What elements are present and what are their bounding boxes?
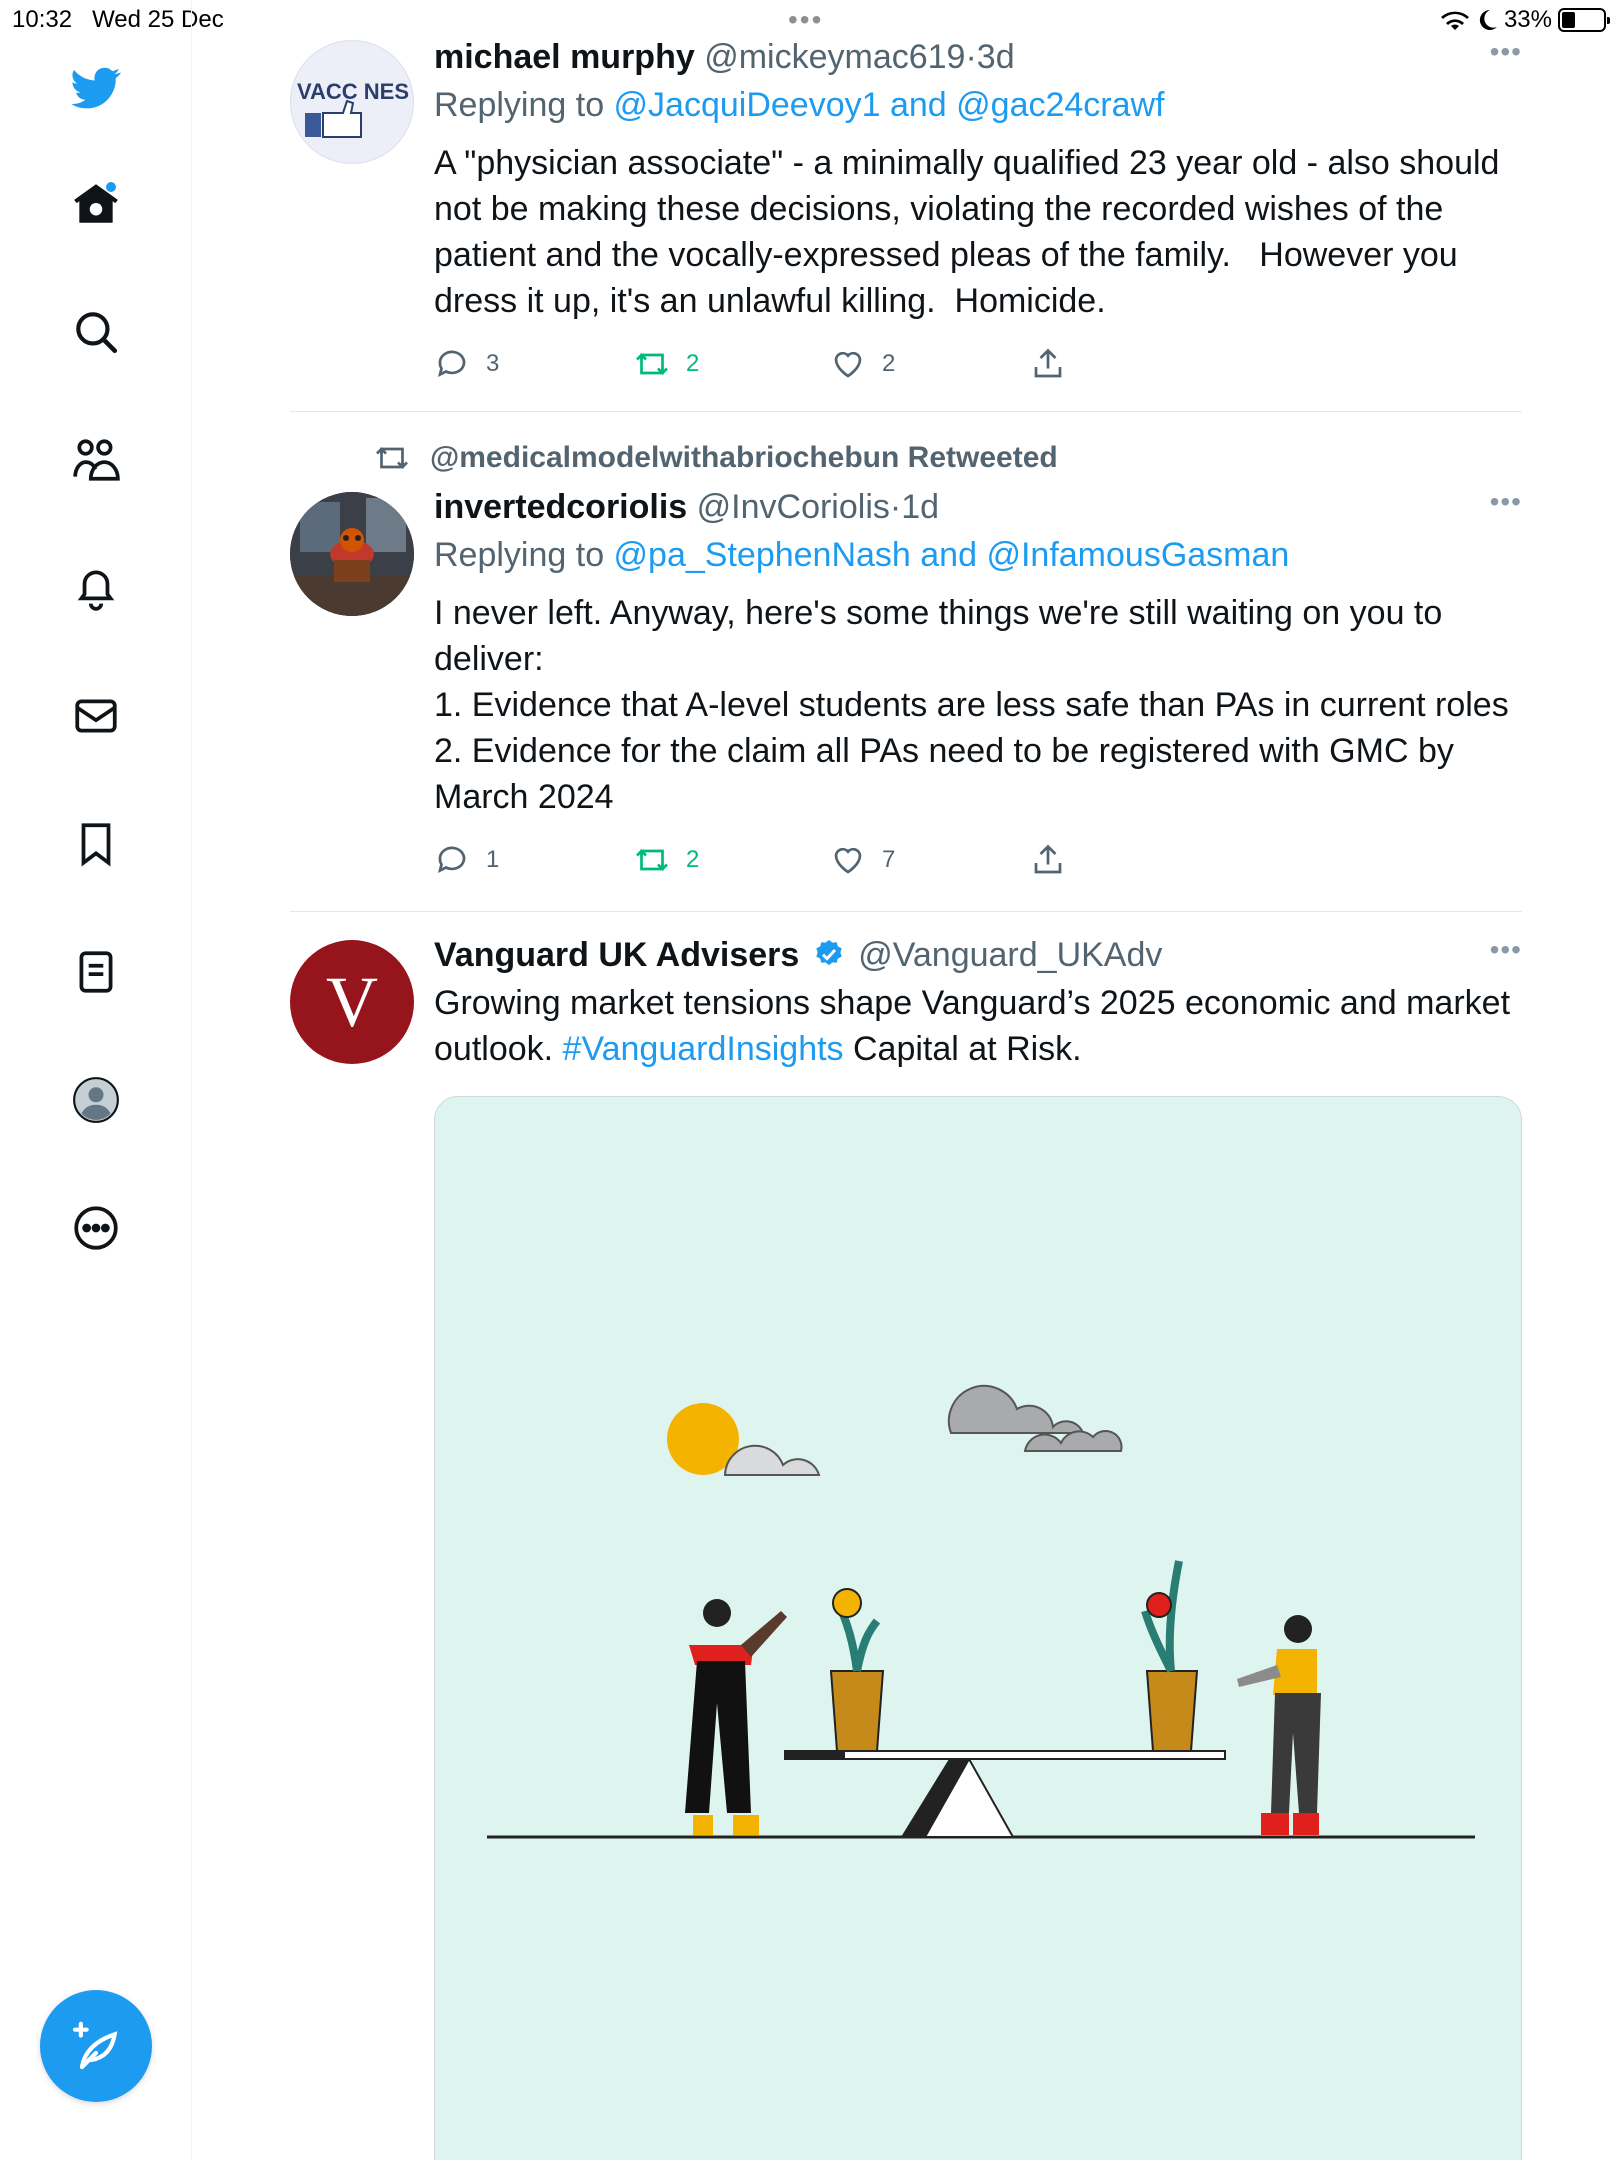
reply-prefix: Replying to: [434, 86, 614, 124]
share-button[interactable]: [1030, 842, 1066, 878]
author-handle[interactable]: @Vanguard_UKAdv: [858, 936, 1162, 974]
reply-to-link[interactable]: @pa_StephenNash and @InfamousGasman: [614, 536, 1290, 574]
tweet-more-options-icon[interactable]: •••: [1482, 36, 1522, 68]
tweet-text-line: March 2024: [434, 778, 614, 816]
reply-context: Replying to @pa_StephenNash and @Infamou…: [434, 534, 1522, 576]
retweet-count: 2: [686, 350, 700, 377]
retweet-icon: [376, 447, 408, 469]
bookmarks-icon[interactable]: [64, 812, 128, 876]
notifications-bell-icon[interactable]: [64, 556, 128, 620]
tweet[interactable]: V Vanguard UK Advisers @Vanguard_UKAdv •…: [290, 934, 1522, 2160]
messages-mail-icon[interactable]: [64, 684, 128, 748]
retweeted-by: @medicalmodelwithabriochebun Retweeted: [374, 440, 1058, 476]
reply-icon: [437, 350, 466, 378]
tweet-text-line: 2. Evidence for the claim all PAs need t…: [434, 732, 1454, 770]
heart-icon: [834, 847, 862, 874]
reply-button[interactable]: 1: [434, 842, 499, 878]
more-options-icon[interactable]: [64, 1196, 128, 1260]
tweet-avatar[interactable]: VACC NES: [290, 40, 414, 164]
retweet-icon: [636, 353, 668, 375]
tweet-text-line: deliver:: [434, 640, 544, 678]
status-bar: 10:32 Wed 25 Dec ••• 33%: [0, 0, 1620, 40]
separator: ·: [965, 38, 977, 76]
tweet-header: michael murphy @mickeymac619·3d: [434, 36, 1522, 78]
tweet-media-image[interactable]: [434, 1096, 1522, 2160]
share-icon: [1034, 844, 1062, 874]
reply-icon: [437, 846, 466, 874]
retweet-count: 2: [686, 846, 700, 873]
tweet-divider: [290, 411, 1522, 412]
tweet-more-options-icon[interactable]: •••: [1482, 934, 1522, 966]
battery-icon: [1558, 8, 1610, 32]
author-name[interactable]: michael murphy: [434, 38, 695, 76]
tweet-actions: 3 2 2: [434, 346, 1522, 396]
seesaw-illustration: [487, 1384, 1475, 1839]
tweet-actions: 1 2 7: [434, 842, 1522, 892]
hashtag-link[interactable]: #VanguardInsights: [563, 1030, 844, 1068]
svg-text:V: V: [326, 962, 378, 1042]
compose-feather-icon: [72, 2021, 118, 2070]
tweet-avatar[interactable]: [290, 492, 414, 616]
tweet-text-line: outlook. #VanguardInsights Capital at Ri…: [434, 1026, 1522, 1072]
retweeted-by-text[interactable]: @medicalmodelwithabriochebun Retweeted: [430, 441, 1058, 475]
tweet-text-line: dress it up, it's an unlawful killing. H…: [434, 282, 1106, 320]
tweet-text-line: not be making these decisions, violating…: [434, 190, 1444, 228]
reply-count: 1: [486, 846, 500, 873]
tweet-divider: [290, 911, 1522, 912]
battery-level: [1562, 12, 1576, 28]
search-icon[interactable]: [64, 300, 128, 364]
author-name[interactable]: Vanguard UK Advisers: [434, 936, 799, 974]
tweet-header: invertedcoriolis @InvCoriolis·1d: [434, 486, 1522, 528]
tweet-text-line: Growing market tensions shape Vanguard’s…: [434, 984, 1511, 1022]
tweet-text-fragment: outlook.: [434, 1030, 563, 1068]
compose-tweet-button[interactable]: [40, 1990, 152, 2102]
sidebar: [0, 0, 192, 2160]
tweet-time[interactable]: 1d: [901, 488, 939, 526]
reply-to-link[interactable]: @JacquiDeevoy1 and @gac24crawf: [614, 86, 1165, 124]
tweet-text-line: patient and the vocally-expressed pleas …: [434, 236, 1458, 274]
reply-button[interactable]: 3: [434, 346, 499, 382]
home-notification-dot: [106, 182, 116, 192]
author-handle[interactable]: @mickeymac619: [704, 38, 965, 76]
retweet-button[interactable]: 2: [634, 346, 699, 382]
profile-avatar-icon[interactable]: [64, 1068, 128, 1132]
like-count: 2: [882, 350, 896, 377]
battery-percent: 33%: [1503, 6, 1552, 33]
retweet-icon: [636, 849, 668, 871]
verified-badge-icon: [816, 940, 842, 966]
reply-prefix: Replying to: [434, 536, 614, 574]
lists-icon[interactable]: [64, 940, 128, 1004]
tweet-text: A "physician associate" - a minimally qu…: [434, 140, 1522, 324]
svg-text:VACC NES: VACC NES: [297, 79, 409, 104]
heart-icon: [834, 351, 862, 378]
tweet-header: Vanguard UK Advisers @Vanguard_UKAdv: [434, 934, 1522, 976]
tweet-text: Growing market tensions shape Vanguard’s…: [434, 980, 1522, 1072]
status-indicators: 33%: [1440, 4, 1610, 36]
multitasking-dots[interactable]: •••: [788, 4, 823, 36]
home-icon[interactable]: [64, 172, 128, 236]
tweet-time[interactable]: 3d: [977, 38, 1015, 76]
wifi-icon: [1440, 11, 1469, 30]
author-name[interactable]: invertedcoriolis: [434, 488, 687, 526]
reply-count: 3: [486, 350, 500, 377]
tweet-text-line: 1. Evidence that A-level students are le…: [434, 686, 1509, 724]
share-button[interactable]: [1030, 346, 1066, 382]
like-count: 7: [882, 846, 896, 873]
tweet-avatar[interactable]: V: [290, 940, 414, 1064]
share-icon: [1034, 348, 1062, 378]
twitter-logo-icon[interactable]: [64, 56, 128, 120]
tweet-text-line: A "physician associate" - a minimally qu…: [434, 144, 1500, 182]
tweet-more-options-icon[interactable]: •••: [1482, 486, 1522, 518]
retweet-button[interactable]: 2: [634, 842, 699, 878]
like-button[interactable]: 2: [830, 346, 895, 382]
tweet-text-fragment: Capital at Risk.: [843, 1030, 1082, 1068]
moon-icon: [1479, 9, 1497, 30]
communities-icon[interactable]: [64, 428, 128, 492]
author-handle[interactable]: @InvCoriolis: [697, 488, 890, 526]
reply-context: Replying to @JacquiDeevoy1 and @gac24cra…: [434, 84, 1522, 126]
like-button[interactable]: 7: [830, 842, 895, 878]
tweet-text: I never left. Anyway, here's some things…: [434, 590, 1522, 820]
tweet-text-line: I never left. Anyway, here's some things…: [434, 594, 1443, 632]
separator: ·: [889, 488, 902, 526]
